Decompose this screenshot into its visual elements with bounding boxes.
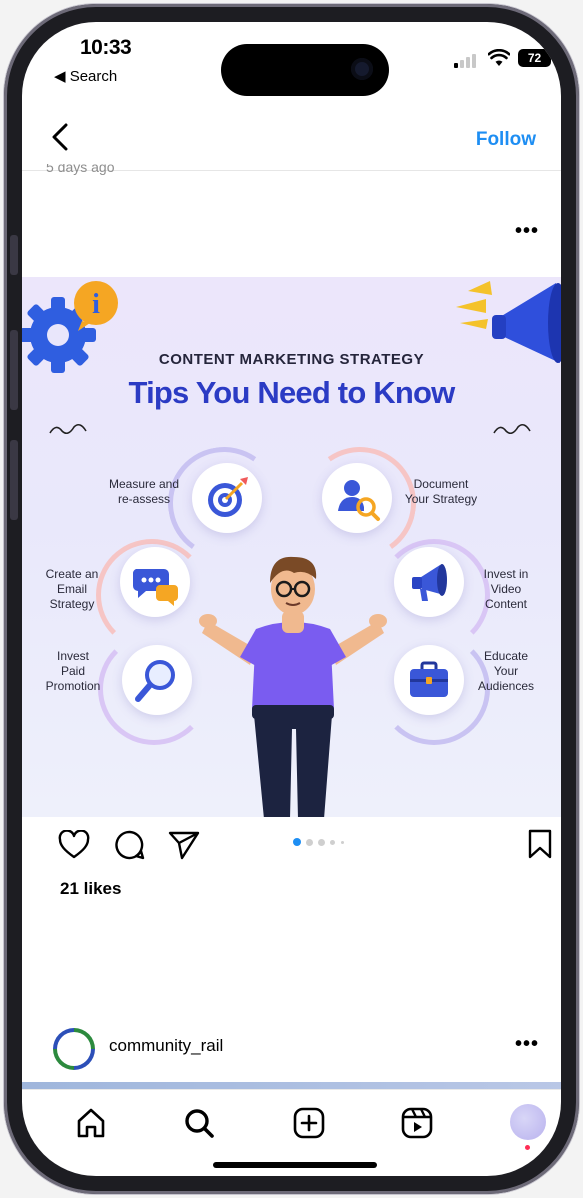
post-options-icon[interactable]: ••• [515,220,539,243]
likes-count[interactable]: 21 likes [60,879,121,899]
front-camera [351,58,373,80]
home-indicator[interactable] [213,1162,377,1168]
tip-paid-label: Invest Paid Promotion [45,649,101,693]
share-send-icon[interactable] [168,830,200,860]
status-time: 10:33 [80,36,132,59]
reels-icon[interactable] [400,1106,434,1140]
volume-up-button [10,330,18,410]
tip-email-label: Create an Email Strategy [45,567,99,611]
email-tip-circle [120,547,190,617]
dynamic-island [221,44,389,96]
post-title: Tips You Need to Know [128,375,456,410]
save-bookmark-icon[interactable] [527,828,553,860]
cellular-signal-icon [454,52,482,68]
target-icon [208,477,248,517]
search-icon[interactable] [182,1106,216,1140]
back-chevron-icon[interactable] [48,122,72,152]
follow-button[interactable]: Follow [476,129,536,151]
action-button [10,235,18,275]
magnifier-icon [135,660,175,702]
tip-video-label: Invest in Video Content [483,567,529,611]
squiggle-right-icon [493,423,531,435]
comment-bubble-icon[interactable] [114,829,146,861]
like-heart-icon[interactable] [58,830,90,860]
squiggle-left-icon [49,423,87,435]
video-tip-circle [394,547,464,617]
tip-educate-label: Educate Your Audiences [477,649,535,693]
post-image[interactable]: i CONTENT MARKETING STRATEGY Tips You Ne… [22,277,561,817]
svg-text:i: i [92,289,100,320]
tab-bar-divider [22,1089,561,1090]
presenter-character-illustration [199,556,387,817]
briefcase-icon [410,661,448,697]
back-to-app-link[interactable]: ◀ Search [54,67,117,85]
tip-document-label: Document Your Strategy [404,477,478,506]
user-search-icon [338,480,380,521]
megaphone-small-icon [412,564,447,601]
educate-tip-circle [394,645,464,715]
profile-notification-dot [525,1145,530,1150]
post-subtitle: CONTENT MARKETING STRATEGY [158,351,425,368]
create-post-icon[interactable] [292,1106,326,1140]
post-age-text: 5 days ago [46,164,115,175]
paid-tip-circle [122,645,192,715]
wifi-icon [488,49,510,66]
document-tip-circle [322,463,392,533]
phone-screen: 10:33 ◀ Search 72 Follow 5 days ago ••• [22,22,561,1176]
next-post-options-icon[interactable]: ••• [515,1033,539,1056]
volume-down-button [10,440,18,520]
tip-measure-label: Measure and re-assess [108,477,180,506]
battery-indicator: 72 [518,49,551,67]
home-icon[interactable] [74,1106,108,1140]
chat-bubbles-icon [132,569,178,606]
target-tip-circle [192,463,262,533]
next-post-username[interactable]: community_rail [109,1036,223,1056]
next-post-avatar[interactable] [53,1028,95,1070]
profile-avatar[interactable] [510,1104,546,1140]
